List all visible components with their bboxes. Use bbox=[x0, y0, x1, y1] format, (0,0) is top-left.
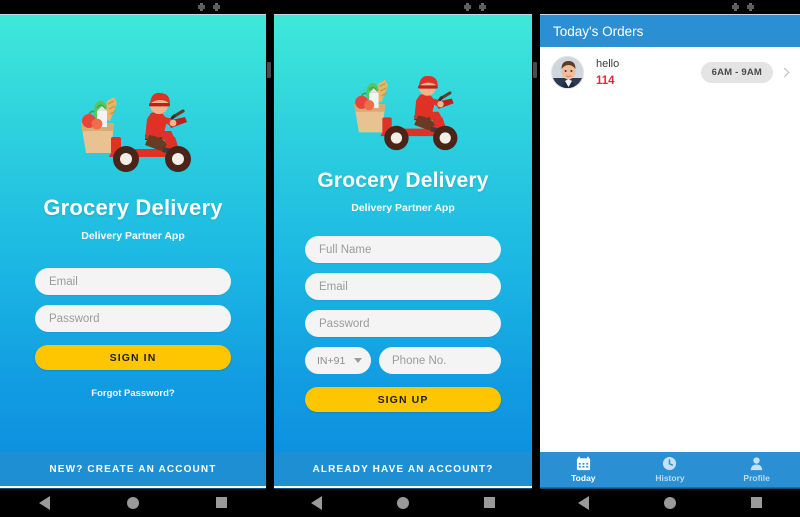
back-button-icon[interactable] bbox=[577, 495, 589, 510]
status-bar-icons bbox=[198, 3, 220, 11]
forgot-password-link[interactable]: Forgot Password? bbox=[91, 388, 174, 399]
back-button-icon[interactable] bbox=[38, 495, 50, 510]
grocery-delivery-scooter-illustration bbox=[81, 92, 191, 172]
recents-button-icon[interactable] bbox=[216, 497, 228, 508]
sign-in-button[interactable]: SIGN IN bbox=[35, 345, 231, 370]
full-name-field-placeholder: Full Name bbox=[319, 243, 372, 256]
grocery-delivery-scooter-illustration bbox=[354, 75, 458, 151]
home-button-icon[interactable] bbox=[396, 496, 409, 509]
order-id: 114 bbox=[596, 75, 615, 87]
status-bar-icons bbox=[732, 3, 754, 11]
time-slot-badge: 6AM - 9AM bbox=[700, 62, 773, 83]
screen-sign-up: Grocery Delivery Delivery Partner App Fu… bbox=[274, 14, 532, 488]
list-item[interactable]: hello 114 6AM - 9AM bbox=[540, 47, 800, 98]
password-field-placeholder: Password bbox=[49, 312, 100, 325]
app-bar: Today's Orders bbox=[540, 15, 800, 47]
sign-up-form: Full Name Email Password IN+91 Phone No.… bbox=[274, 236, 532, 412]
password-field[interactable]: Password bbox=[35, 305, 231, 332]
android-system-nav-bar bbox=[540, 488, 800, 516]
app-bar-title: Today's Orders bbox=[553, 23, 644, 39]
order-text: hello 114 bbox=[596, 58, 701, 87]
screen-todays-orders: Today's Orders hello 114 6AM - 9AM Today… bbox=[540, 14, 800, 488]
phone-row: IN+91 Phone No. bbox=[305, 347, 501, 374]
volume-button bbox=[267, 62, 271, 78]
recents-button-icon[interactable] bbox=[751, 497, 763, 508]
status-icon-a bbox=[464, 3, 471, 11]
already-have-account-banner[interactable]: ALREADY HAVE AN ACCOUNT? bbox=[274, 452, 532, 488]
home-button-icon[interactable] bbox=[126, 496, 139, 509]
avatar bbox=[551, 56, 584, 89]
sign-up-button[interactable]: SIGN UP bbox=[305, 387, 501, 412]
phone-frame-sign-up: Grocery Delivery Delivery Partner App Fu… bbox=[274, 0, 532, 517]
status-bar bbox=[0, 0, 266, 14]
status-icon-a bbox=[732, 3, 739, 11]
phone-number-placeholder: Phone No. bbox=[392, 354, 447, 367]
phone-number-field[interactable]: Phone No. bbox=[379, 347, 501, 374]
phone-frame-sign-in: Grocery Delivery Delivery Partner App Em… bbox=[0, 0, 266, 517]
chevron-down-icon bbox=[354, 358, 362, 363]
phone-frame-todays-orders: Today's Orders hello 114 6AM - 9AM Today… bbox=[540, 0, 800, 517]
clock-icon bbox=[663, 456, 677, 471]
password-field-placeholder: Password bbox=[319, 317, 370, 330]
status-bar-icons bbox=[464, 3, 486, 11]
screen-sign-in: Grocery Delivery Delivery Partner App Em… bbox=[0, 14, 266, 488]
bottom-nav-item-today[interactable]: Today bbox=[548, 456, 618, 483]
status-bar bbox=[274, 0, 532, 14]
sign-up-background: Grocery Delivery Delivery Partner App Fu… bbox=[274, 15, 532, 488]
page-subtitle: Delivery Partner App bbox=[81, 230, 185, 242]
status-icon-b bbox=[213, 3, 220, 11]
country-code-value: IN+91 bbox=[317, 354, 346, 367]
recents-button-icon[interactable] bbox=[483, 497, 495, 508]
bottom-nav-label-history: History bbox=[655, 473, 685, 483]
back-button-icon[interactable] bbox=[311, 495, 323, 510]
bottom-nav-label-profile: Profile bbox=[743, 473, 770, 483]
email-field-placeholder: Email bbox=[319, 280, 348, 293]
three-phone-screenshot-composite: Grocery Delivery Delivery Partner App Em… bbox=[0, 0, 800, 517]
email-field-placeholder: Email bbox=[49, 275, 78, 288]
order-list: hello 114 6AM - 9AM bbox=[540, 47, 800, 452]
android-system-nav-bar bbox=[274, 488, 532, 516]
page-title: Grocery Delivery bbox=[43, 195, 223, 220]
bottom-navigation: Today History Profile bbox=[540, 452, 800, 488]
email-field[interactable]: Email bbox=[35, 268, 231, 295]
bottom-nav-item-history[interactable]: History bbox=[635, 456, 705, 483]
page-subtitle: Delivery Partner App bbox=[351, 202, 455, 214]
create-account-banner[interactable]: NEW? CREATE AN ACCOUNT bbox=[0, 452, 266, 488]
status-icon-b bbox=[479, 3, 486, 11]
android-system-nav-bar bbox=[0, 488, 266, 516]
password-field[interactable]: Password bbox=[305, 310, 501, 337]
full-name-field[interactable]: Full Name bbox=[305, 236, 501, 263]
customer-name: hello bbox=[596, 58, 620, 70]
phone-gap-1 bbox=[266, 0, 274, 517]
email-field[interactable]: Email bbox=[305, 273, 501, 300]
country-code-select[interactable]: IN+91 bbox=[305, 347, 371, 374]
sign-in-form: Email Password SIGN IN Forgot Password? bbox=[0, 268, 266, 399]
sign-in-background: Grocery Delivery Delivery Partner App Em… bbox=[0, 15, 266, 488]
bottom-nav-item-profile[interactable]: Profile bbox=[722, 456, 792, 483]
bottom-nav-label-today: Today bbox=[571, 473, 596, 483]
page-title: Grocery Delivery bbox=[317, 169, 489, 192]
person-icon bbox=[750, 457, 763, 471]
status-icon-a bbox=[198, 3, 205, 11]
phone-gap-2 bbox=[532, 0, 540, 517]
orders-page: Today's Orders hello 114 6AM - 9AM Today… bbox=[540, 15, 800, 488]
chevron-right-icon[interactable] bbox=[779, 67, 790, 78]
home-button-icon[interactable] bbox=[663, 496, 676, 509]
status-icon-b bbox=[747, 3, 754, 11]
calendar-icon bbox=[576, 456, 590, 471]
volume-button bbox=[533, 62, 537, 78]
status-bar bbox=[540, 0, 800, 14]
